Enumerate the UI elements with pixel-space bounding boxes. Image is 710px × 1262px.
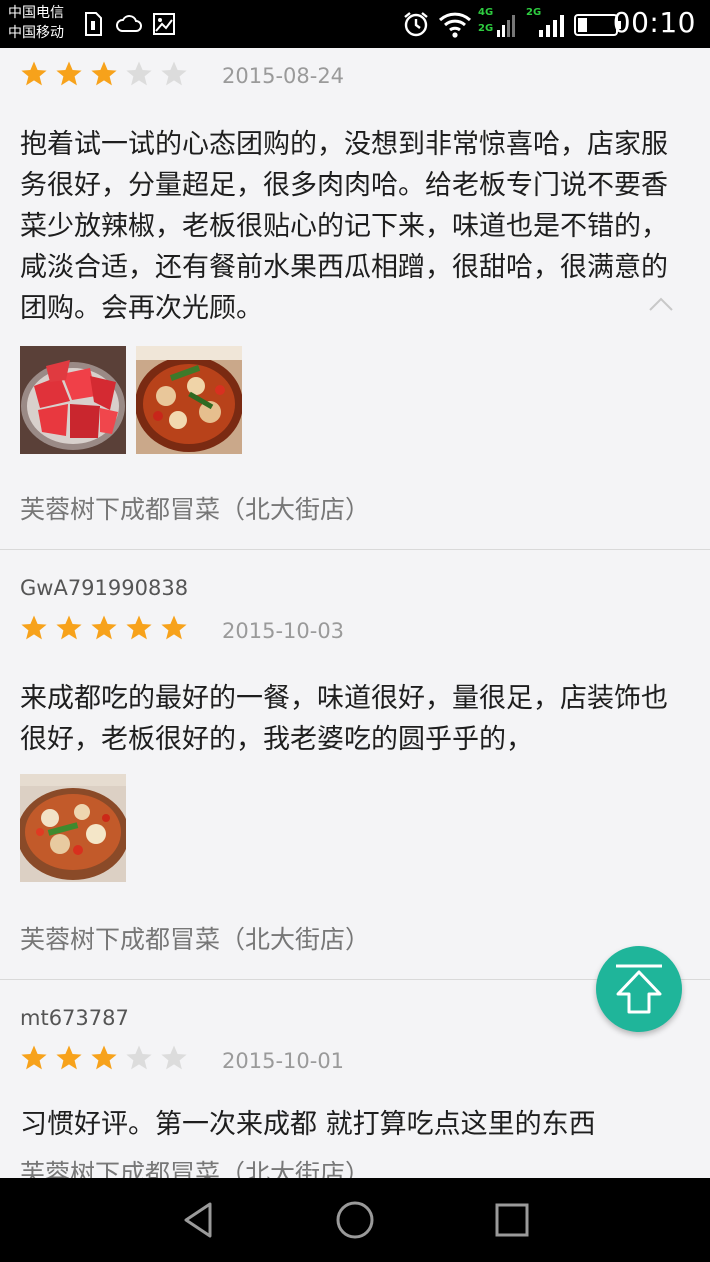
- star-filled-icon: [91, 61, 117, 86]
- clock-time: 00:10: [612, 6, 696, 39]
- star-filled-icon: [56, 615, 82, 640]
- star-filled-icon: [21, 61, 47, 86]
- wifi-icon: [438, 12, 472, 38]
- carrier-1: 中国电信: [8, 5, 64, 21]
- recent-square-icon[interactable]: [494, 1196, 530, 1244]
- dish-photo[interactable]: [20, 774, 126, 882]
- review-date: 2015-08-24: [222, 64, 345, 88]
- star-rating: [20, 614, 188, 642]
- navigation-bar: [0, 1178, 710, 1262]
- star-empty-icon: [161, 61, 187, 86]
- net-2g-label-1: 2G: [478, 23, 494, 34]
- star-filled-icon: [21, 1045, 47, 1070]
- signal-icon-1: [497, 15, 515, 37]
- back-to-top-icon: [616, 964, 662, 1014]
- home-circle-icon[interactable]: [334, 1196, 376, 1244]
- carrier-labels: 中国电信 中国移动: [8, 3, 64, 43]
- star-filled-icon: [91, 615, 117, 640]
- review-date: 2015-10-01: [222, 1049, 345, 1073]
- review-divider: [0, 549, 710, 550]
- star-rating: [20, 60, 188, 88]
- review-username[interactable]: mt673787: [20, 1006, 129, 1030]
- review-text: 习惯好评。第一次来成都 就打算吃点这里的东西: [20, 1109, 596, 1140]
- alarm-icon: [404, 12, 428, 37]
- carrier-2: 中国移动: [8, 25, 64, 41]
- star-filled-icon: [91, 1045, 117, 1070]
- review-username[interactable]: GwA791990838: [20, 576, 188, 600]
- status-bar: 中国电信 中国移动 4G 2G 2G 00:10: [0, 0, 710, 48]
- star-filled-icon: [56, 1045, 82, 1070]
- back-triangle-icon[interactable]: [180, 1196, 216, 1244]
- signal-icon-2: [539, 15, 564, 37]
- star-filled-icon: [56, 61, 82, 86]
- star-rating: [20, 1044, 188, 1072]
- chevron-up-icon[interactable]: [648, 296, 674, 312]
- shop-name[interactable]: 芙蓉树下成都冒菜（北大街店）: [20, 1154, 370, 1178]
- sim-icon: [85, 12, 102, 36]
- back-to-top-button[interactable]: [596, 946, 682, 1032]
- image-icon: [153, 13, 175, 35]
- star-filled-icon: [161, 615, 187, 640]
- cloud-icon: [116, 15, 142, 32]
- star-filled-icon: [21, 615, 47, 640]
- review-text: 来成都吃的最好的一餐，味道很好，量很足，店装饰也很好，老板很好的，我老婆吃的圆乎…: [20, 683, 668, 755]
- watermelon-photo[interactable]: [20, 346, 126, 454]
- star-filled-icon: [126, 615, 152, 640]
- review-date: 2015-10-03: [222, 619, 345, 643]
- star-empty-icon: [161, 1045, 187, 1070]
- shop-name[interactable]: 芙蓉树下成都冒菜（北大街店）: [20, 490, 370, 526]
- spicy-dish-photo[interactable]: [136, 346, 242, 454]
- star-empty-icon: [126, 61, 152, 86]
- review-text: 抱着试一试的心态团购的，没想到非常惊喜哈，店家服务很好，分量超足，很多肉肉哈。给…: [20, 129, 668, 324]
- net-4g-label: 4G: [478, 7, 494, 18]
- shop-name[interactable]: 芙蓉树下成都冒菜（北大街店）: [20, 920, 370, 956]
- star-empty-icon: [126, 1045, 152, 1070]
